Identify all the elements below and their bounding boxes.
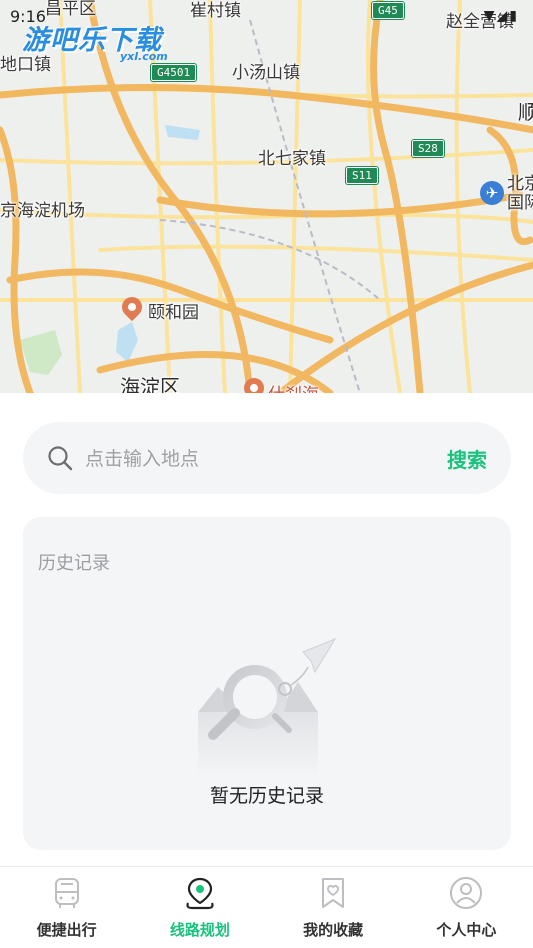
map-label-beiqijia: 北七家镇 — [258, 149, 326, 169]
road-shield-s11: S11 — [346, 167, 378, 184]
map-label-haidian-airport: 京海淀机场 — [0, 201, 85, 221]
map-view[interactable]: 昌平区 崔村镇 小汤山镇 北七家镇 赵全营镇 地口镇 京海淀机场 颐和园 海淀区… — [0, 0, 533, 393]
nav-item-personal-center[interactable]: 个人中心 — [400, 867, 533, 948]
map-label-shun: 顺 — [518, 100, 533, 124]
history-title: 历史记录 — [38, 553, 110, 574]
nav-item-route-planning[interactable]: 线路规划 — [133, 867, 266, 948]
search-bar[interactable]: 搜索 — [23, 422, 511, 494]
user-icon — [450, 877, 483, 909]
watermark-subtitle: yxl.com — [120, 50, 168, 63]
search-input[interactable] — [83, 444, 387, 474]
favorite-icon — [322, 878, 345, 908]
route-panel: 搜索 历史记录 — [0, 393, 533, 868]
wifi-icon: ▼ — [483, 8, 497, 24]
road-shield-g4501: G4501 — [151, 64, 197, 81]
nav-item-convenient-travel[interactable]: 便捷出行 — [0, 867, 133, 948]
map-label-capital-airport: 北京 国际 — [507, 174, 533, 213]
nav-label: 个人中心 — [436, 921, 497, 939]
status-icons: ▼◢▮ — [484, 8, 519, 24]
empty-history-icon — [198, 637, 337, 777]
search-button[interactable]: 搜索 — [447, 444, 487, 473]
empty-history-text: 暂无历史记录 — [209, 785, 324, 807]
bottom-nav: 便捷出行 线路规划 我的收藏 个人中心 — [0, 866, 533, 948]
history-card: 历史记录 暂无历史记录 — [23, 517, 511, 850]
map-label-yiheyuan: 颐和园 — [148, 303, 199, 323]
nav-label: 线路规划 — [169, 921, 230, 939]
road-shield-s28: S28 — [412, 140, 444, 157]
app-root: 昌平区 崔村镇 小汤山镇 北七家镇 赵全营镇 地口镇 京海淀机场 颐和园 海淀区… — [0, 0, 533, 948]
map-label-haidian: 海淀区 — [120, 375, 180, 393]
search-icon — [48, 446, 73, 471]
bus-icon — [54, 878, 79, 908]
nav-label: 便捷出行 — [36, 921, 97, 939]
map-label-xiaotangshan: 小汤山镇 — [232, 63, 300, 83]
signal-icon: ◢ — [496, 8, 510, 24]
nav-item-favorites[interactable]: 我的收藏 — [267, 867, 400, 948]
nav-label: 我的收藏 — [303, 921, 364, 939]
map-label-shichahai: 什刹海 — [268, 380, 319, 393]
airport-icon[interactable]: ✈ — [480, 181, 504, 205]
map-route-icon — [186, 877, 214, 910]
battery-icon: ▮ — [509, 8, 519, 24]
